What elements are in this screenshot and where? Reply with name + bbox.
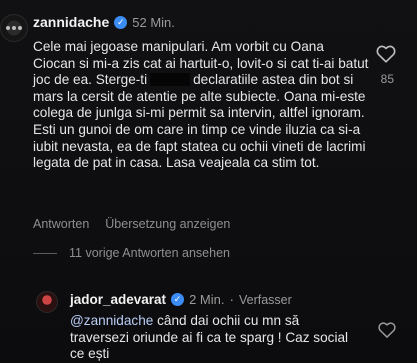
reply-timestamp: 2 Min. bbox=[189, 292, 225, 307]
verified-badge-icon: ✓ bbox=[171, 293, 185, 306]
author-badge: Verfasser bbox=[238, 292, 292, 307]
redaction-box bbox=[150, 73, 191, 87]
like-count: 85 bbox=[380, 72, 394, 86]
reply-avatar[interactable] bbox=[36, 291, 58, 313]
divider bbox=[33, 252, 57, 254]
comments-screen: zannidache ✓ 52 Min. Cele mai jegoase ma… bbox=[0, 0, 417, 363]
heart-outline-icon[interactable] bbox=[375, 43, 397, 65]
reply-header: jador_adevarat ✓ 2 Min. · Verfasser bbox=[70, 292, 292, 307]
timestamp: 52 Min. bbox=[132, 14, 175, 30]
separator-dot: · bbox=[229, 292, 234, 307]
reply-text: @zannidache când dai ochii cu mn să trav… bbox=[70, 313, 360, 363]
view-replies-button[interactable]: 11 vorige Antworten ansehen bbox=[33, 246, 230, 260]
comment-text: Cele mai jegoase manipulari. Am vorbit c… bbox=[33, 39, 369, 172]
reply-username[interactable]: jador_adevarat bbox=[70, 292, 166, 307]
verified-badge-icon: ✓ bbox=[114, 15, 128, 29]
heart-outline-icon[interactable] bbox=[377, 320, 397, 340]
comment-header: zannidache ✓ 52 Min. bbox=[33, 14, 175, 30]
username[interactable]: zannidache bbox=[33, 14, 109, 30]
mention-link[interactable]: @zannidache bbox=[70, 313, 153, 328]
translate-button[interactable]: Übersetzung anzeigen bbox=[105, 217, 230, 231]
view-replies-label: 11 vorige Antworten ansehen bbox=[69, 246, 230, 260]
comment-actions: Antworten Übersetzung anzeigen bbox=[33, 217, 230, 231]
avatar[interactable] bbox=[0, 14, 28, 42]
reply-button[interactable]: Antworten bbox=[33, 217, 89, 231]
